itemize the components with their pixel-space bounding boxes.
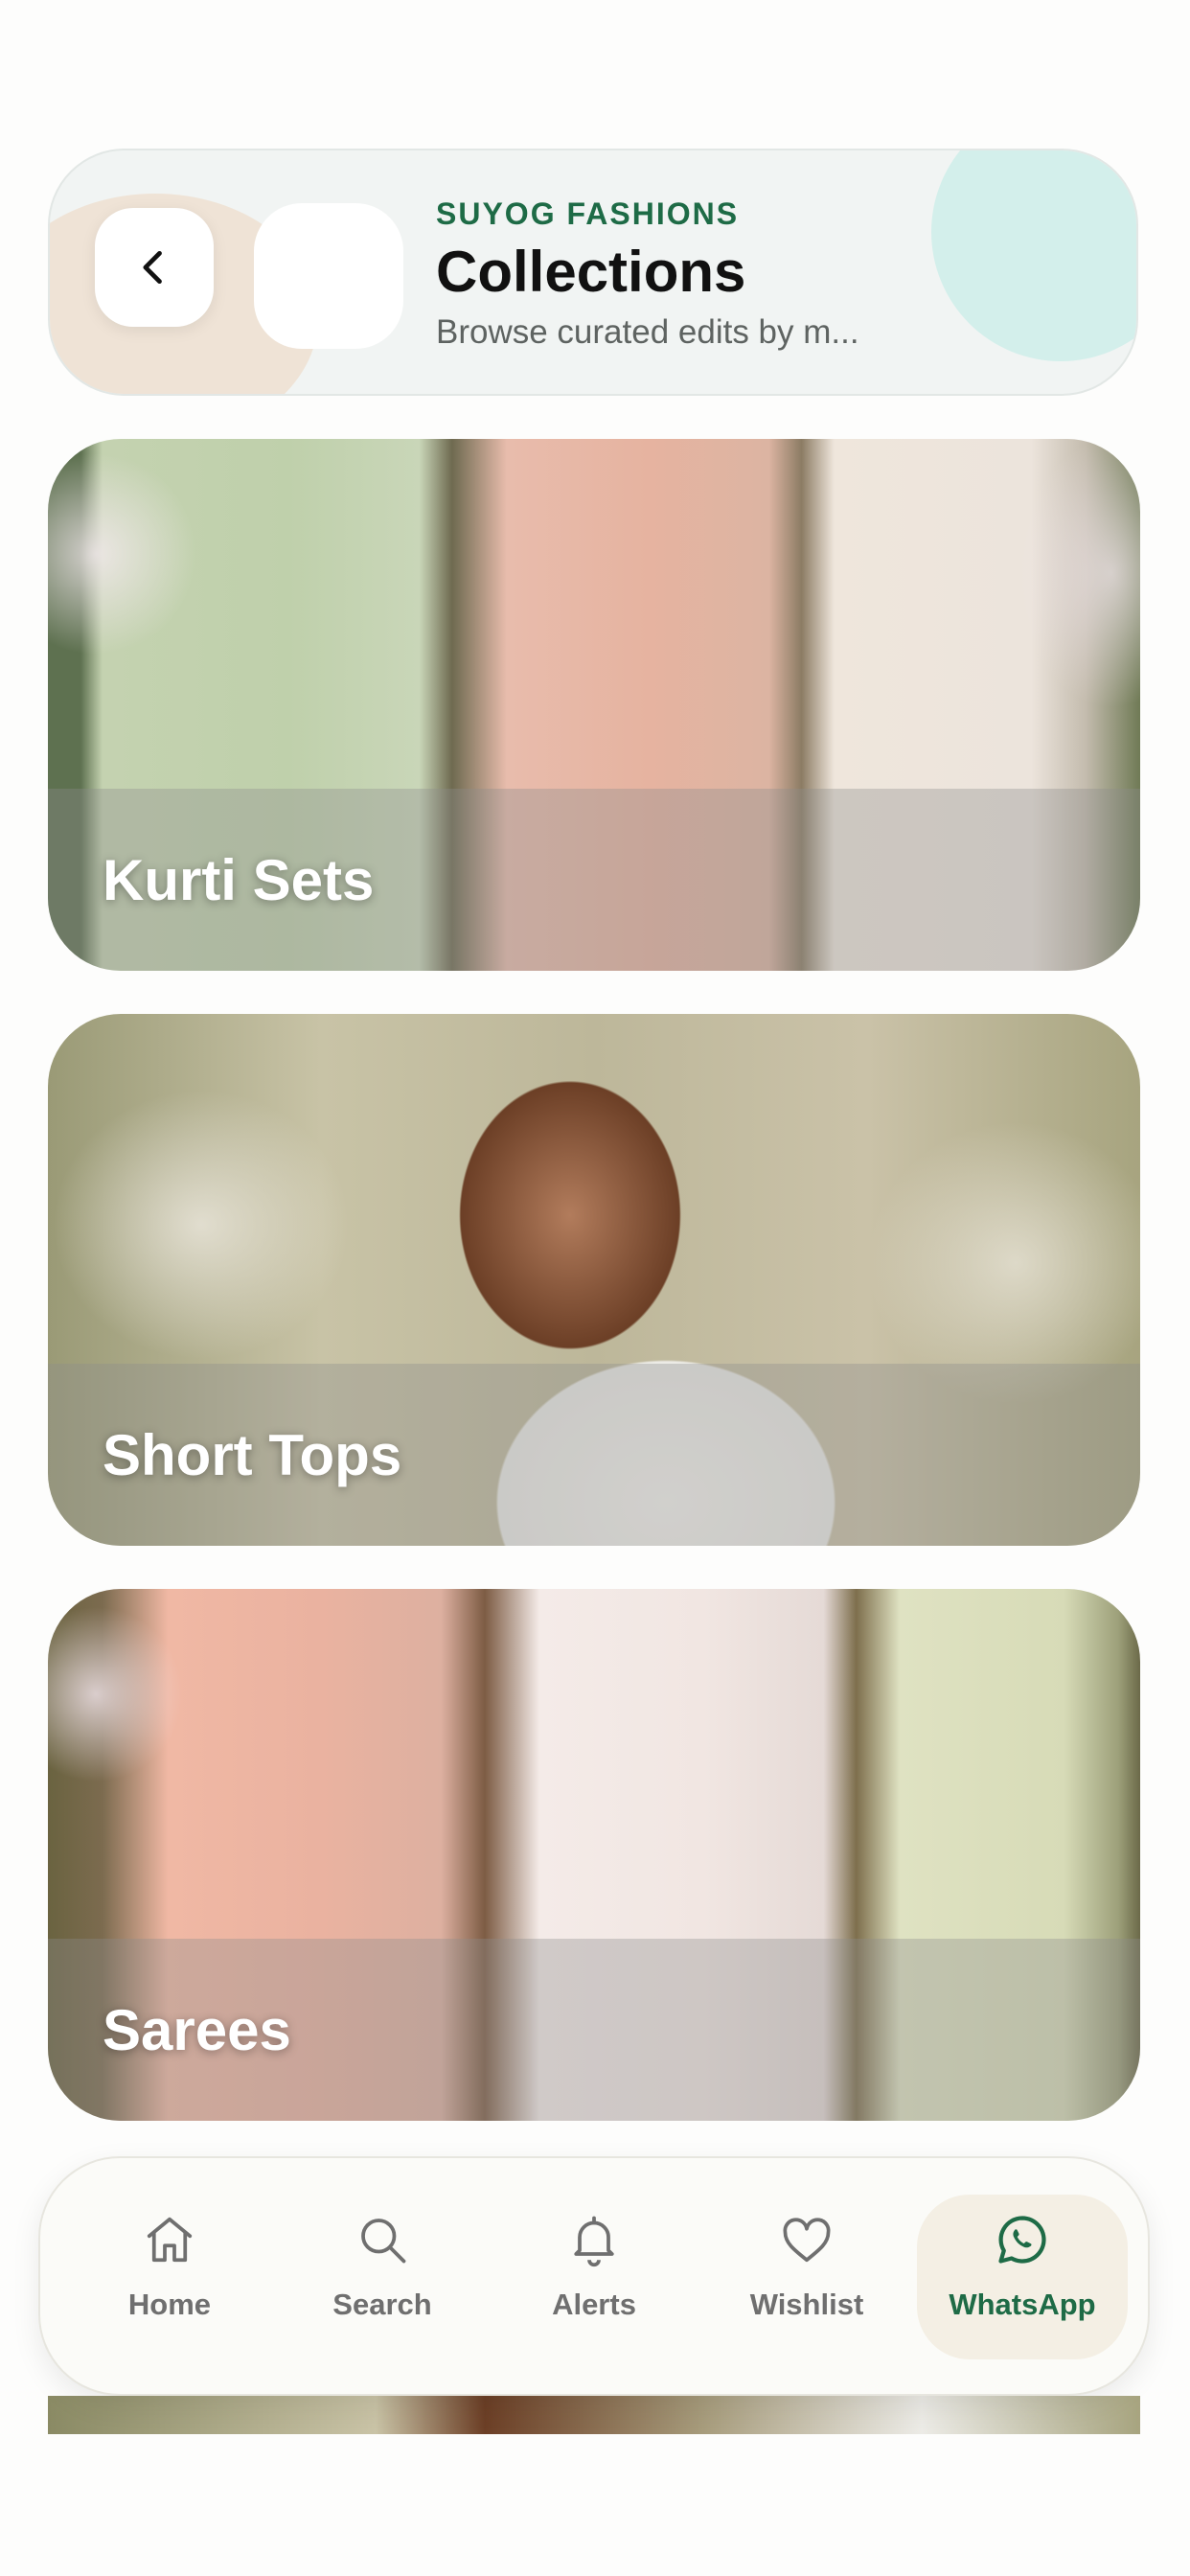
collection-label: Sarees [103,1998,291,2062]
brand-logo [254,203,403,349]
nav-label: WhatsApp [949,2288,1096,2321]
nav-item-search[interactable]: Search [286,2211,478,2345]
collection-card-short-tops[interactable]: Short Tops [48,1014,1140,1546]
home-icon [147,2217,193,2263]
page-subtitle: Browse curated edits by m... [436,313,859,351]
collection-label: Short Tops [103,1423,402,1487]
search-icon [361,2219,406,2264]
nav-label: Home [127,2288,212,2321]
brand-name: SUYOG FASHIONS [436,196,740,231]
bottom-nav: Home Search Alerts Wishlist WhatsApp [38,2156,1150,2396]
nav-label: Alerts [552,2288,636,2321]
whatsapp-icon [998,2216,1046,2264]
back-button[interactable] [95,208,214,327]
nav-item-wishlist[interactable]: Wishlist [711,2211,903,2345]
collection-card-sarees[interactable]: Sarees [48,1589,1140,2121]
nav-label: Wishlist [749,2288,864,2321]
collection-card-partial[interactable] [48,2396,1140,2434]
nav-item-whatsapp[interactable]: WhatsApp [917,2195,1128,2359]
bell-icon [574,2216,614,2267]
collection-card-kurti-sets[interactable]: Kurti Sets [48,439,1140,971]
header-card: SUYOG FASHIONS Collections Browse curate… [48,149,1138,396]
collection-label: Kurti Sets [103,848,375,912]
nav-item-home[interactable]: Home [74,2211,265,2345]
decorative-blob [931,150,1136,361]
nav-label: Search [332,2288,432,2321]
heart-icon [783,2218,831,2263]
chevron-left-icon [143,250,162,285]
page-title: Collections [436,240,746,304]
nav-item-alerts[interactable]: Alerts [498,2211,690,2345]
